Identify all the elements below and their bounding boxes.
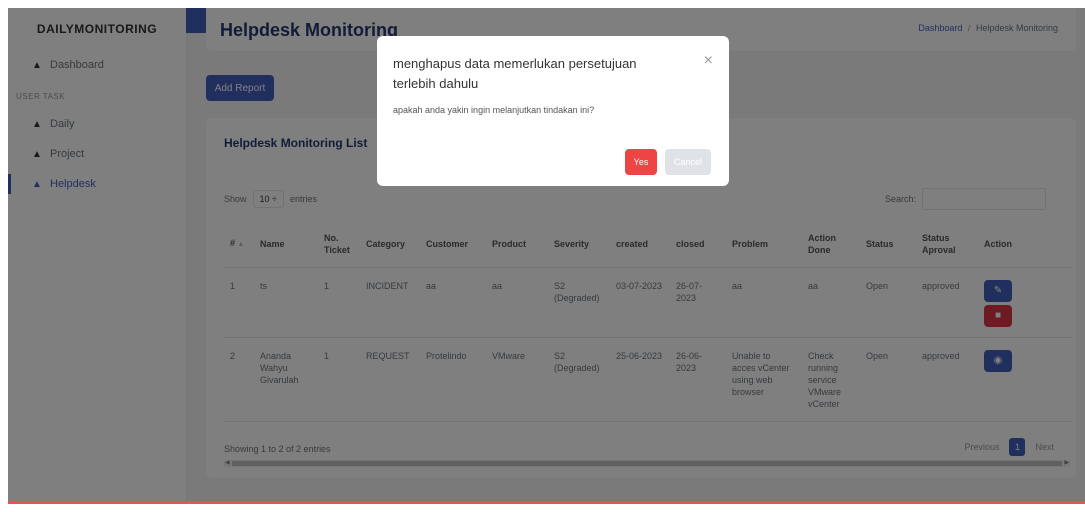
dialog-message: apakah anda yakin ingin melanjutkan tind… [393, 105, 595, 115]
app-frame: DAILYMONITORING ▲ Dashboard USER TASK ▲ … [8, 8, 1085, 504]
yes-button[interactable]: Yes [625, 149, 657, 175]
cancel-button[interactable]: Cancel [665, 149, 711, 175]
dialog-title: menghapus data memerlukan persetujuan te… [393, 56, 637, 91]
confirm-dialog: menghapus data memerlukan persetujuan te… [377, 36, 729, 186]
close-icon[interactable]: × [704, 52, 713, 70]
bottom-accent-line [8, 501, 1085, 504]
